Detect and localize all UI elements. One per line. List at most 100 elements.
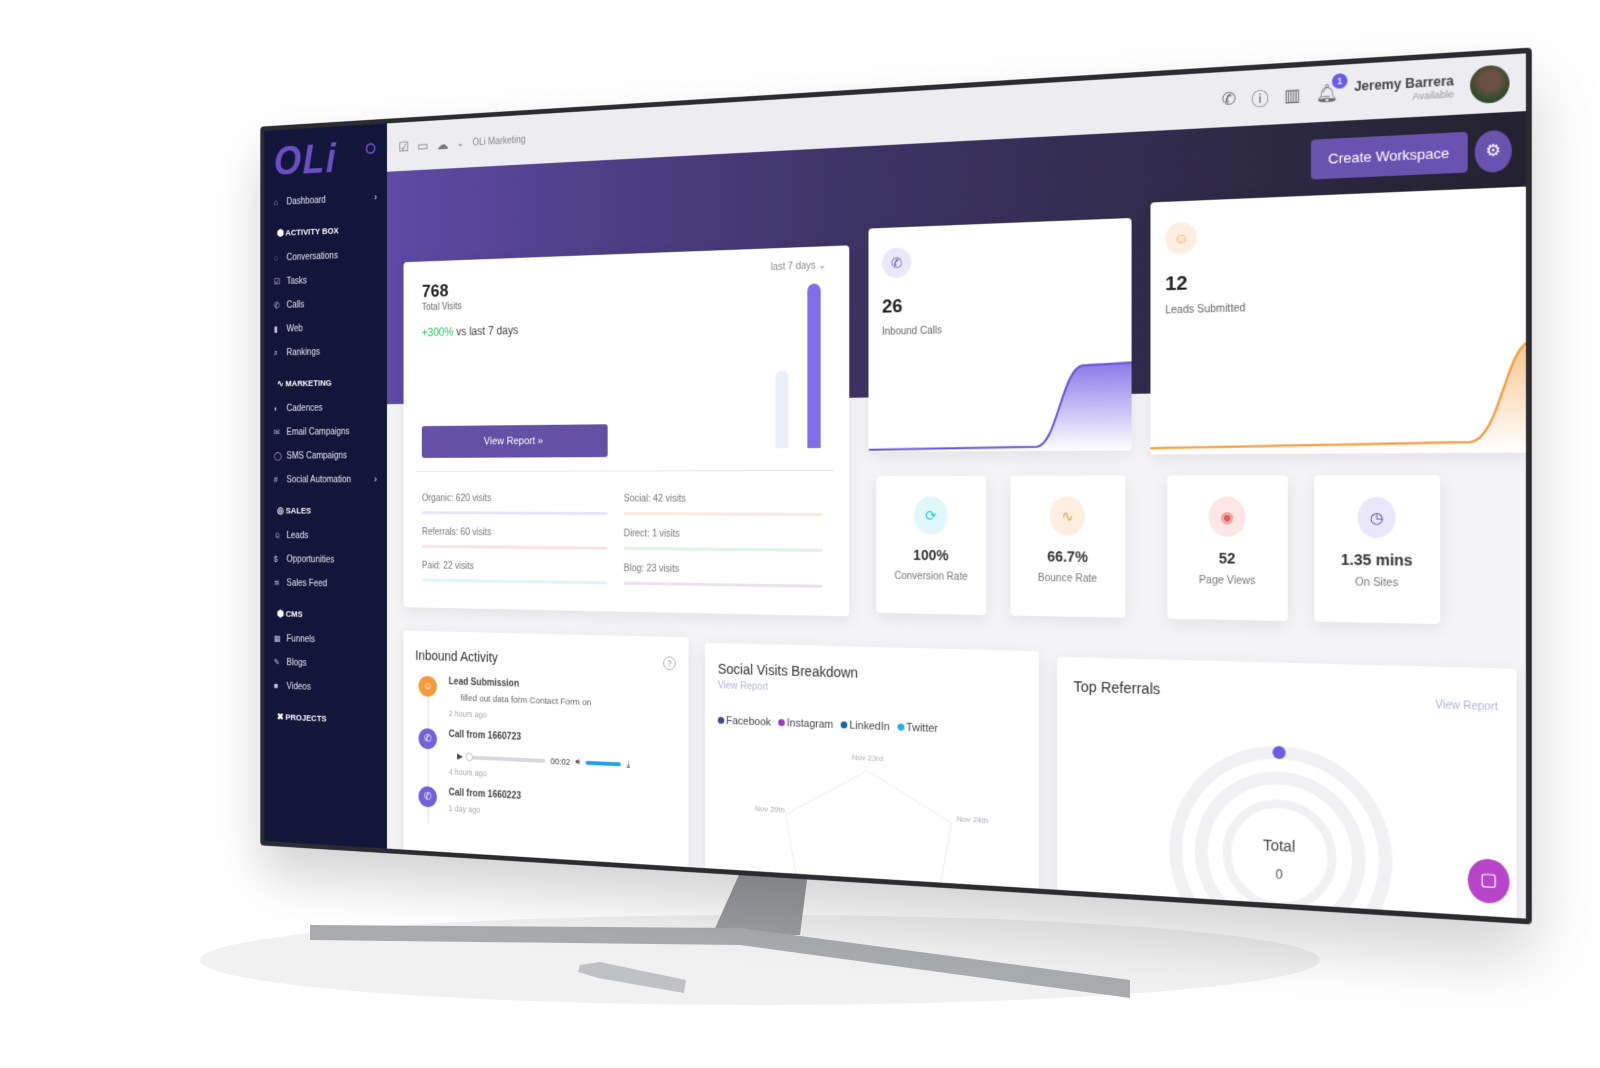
legend-item[interactable]: LinkedIn xyxy=(840,719,890,734)
sidebar-item-web[interactable]: ▮ Web xyxy=(274,314,377,341)
nav-section-title: ✖ PROJECTS xyxy=(276,712,327,725)
chevron-right-icon: › xyxy=(374,191,378,204)
seek-slider[interactable] xyxy=(465,752,546,763)
inbound-calls-sparkline xyxy=(868,335,1132,452)
sidebar-item-email-campaigns[interactable]: ✉ Email Campaigns xyxy=(274,419,377,444)
source-bar xyxy=(421,578,608,585)
source-label: Direct: 1 visits xyxy=(623,528,680,540)
volume-icon[interactable]: 🔊︎ xyxy=(575,757,580,768)
stat-value: 100% xyxy=(913,546,949,564)
user-icon: ☺ xyxy=(1165,221,1198,255)
inbound-activity-card: Inbound Activity ? ☺ Lead Submission fil… xyxy=(403,630,689,892)
label: Web xyxy=(286,323,303,334)
section-label: MARKETING xyxy=(285,378,332,390)
user-icon: ☺ xyxy=(418,675,437,697)
settings-gear-icon[interactable]: ⚙ xyxy=(1474,129,1512,174)
total-label: Total xyxy=(1263,836,1295,855)
sidebar-item-sales-feed[interactable]: ≋ Sales Feed xyxy=(274,571,377,597)
list-item: ☺ Lead Submission filled out data form C… xyxy=(418,675,676,727)
view-report-button[interactable]: View Report » xyxy=(421,424,608,458)
clock-icon: ◷ xyxy=(1357,496,1396,539)
radar-grid xyxy=(786,767,952,899)
axis-label: Nov 29th xyxy=(755,804,785,815)
view-report-link[interactable]: View Report xyxy=(1435,700,1498,714)
sidebar-item-funnels[interactable]: ▦ Funnels xyxy=(274,626,377,653)
volume-slider[interactable] xyxy=(585,760,622,766)
sidebar-item-videos[interactable]: ■ Videos xyxy=(274,674,377,701)
label: Social Automation xyxy=(286,474,352,485)
stat-card: ∿ 66.7% Bounce Rate xyxy=(1010,475,1126,618)
traffic-source: Paid: 22 visits xyxy=(421,560,608,585)
source-bar xyxy=(421,544,608,550)
sidebar-item-opportunities[interactable]: $ Opportunities xyxy=(274,547,377,572)
sidebar-item-leads[interactable]: ☺ Leads xyxy=(274,523,377,548)
label: Tasks xyxy=(286,275,307,287)
opportunities-icon: $ xyxy=(273,554,278,564)
source-label: Paid: 22 visits xyxy=(421,560,474,572)
label: Videos xyxy=(286,681,311,693)
breadcrumb[interactable]: OLi Marketing xyxy=(472,134,525,147)
sidebar-item-cadences[interactable]: ◐ Cadences xyxy=(274,395,377,420)
total-value: 0 xyxy=(1275,868,1282,882)
incoming-call-icon: ✆ xyxy=(418,728,437,750)
label: Funnels xyxy=(286,633,316,645)
sidebar-item-sms-campaigns[interactable]: ◯ SMS Campaigns xyxy=(274,443,377,467)
sidebar-item-tasks[interactable]: ☑ Tasks xyxy=(274,266,377,294)
legend-label: Twitter xyxy=(906,721,938,736)
growth-suffix: vs last 7 days xyxy=(456,323,519,339)
download-icon[interactable]: ⤓ xyxy=(626,759,630,770)
legend-label: Instagram xyxy=(786,717,834,732)
label: Leads xyxy=(286,530,309,541)
help-icon[interactable]: ⓘ xyxy=(1251,84,1268,111)
upload-cloud-icon[interactable]: ☁ xyxy=(437,136,449,153)
source-bar xyxy=(623,512,823,516)
user-menu[interactable]: Jeremy Barrera Available xyxy=(1354,73,1454,105)
notification-badge: 1 xyxy=(1331,73,1348,90)
label: Email Campaigns xyxy=(286,426,350,438)
sidebar-item-social-automation[interactable]: # Social Automation › xyxy=(274,467,377,491)
nav-section-title: ∿ MARKETING xyxy=(276,378,332,390)
sidebar-item-rankings[interactable]: ⌕ Rankings xyxy=(274,338,377,364)
sidebar-item-calls[interactable]: ✆ Calls xyxy=(274,290,377,317)
label: SMS Campaigns xyxy=(286,450,347,461)
leads-card: ☺ 12 Leads Submitted xyxy=(1150,186,1526,455)
sidebar-item-blogs[interactable]: ✎ Blogs xyxy=(274,650,377,677)
help-icon[interactable]: ? xyxy=(663,656,676,671)
phone-icon[interactable]: ✆ xyxy=(1222,88,1236,110)
create-workspace-button[interactable]: Create Workspace xyxy=(1310,131,1468,180)
sales-feed-icon: ≋ xyxy=(273,577,280,587)
bell-icon[interactable]: 🔔︎ 1 xyxy=(1316,73,1348,105)
growth-value: +300% xyxy=(421,325,454,340)
source-bar xyxy=(623,581,823,588)
oli-logo: OLi xyxy=(273,135,338,185)
tasks-icon[interactable]: ☑ xyxy=(399,138,409,154)
calls-icon: ✆ xyxy=(273,300,280,310)
incoming-call-icon: ✆ xyxy=(418,786,437,808)
radar-chart: Nov 23rd Nov 24th Nov 29th xyxy=(755,752,988,899)
activity-timeline: ☺ Lead Submission filled out data form C… xyxy=(415,675,676,839)
visits-bar-previous xyxy=(775,371,789,449)
range-dropdown[interactable]: last 7 days ⌄ xyxy=(771,260,827,273)
list-item: ✆ Call from 1660723 ▶ 00:02 🔊︎ ⤓ 4 hours… xyxy=(418,728,676,787)
label: Sales Feed xyxy=(286,577,328,589)
chevron-down-icon[interactable]: ⌄ xyxy=(457,138,464,149)
label: Rankings xyxy=(286,346,320,358)
folder-icon[interactable]: ▭ xyxy=(417,137,428,154)
legend-item[interactable]: Facebook xyxy=(717,715,771,729)
map-icon[interactable]: ▥ xyxy=(1284,84,1301,106)
traffic-source: Referrals: 60 visits xyxy=(421,527,608,550)
list-item: ✆ Call from 1660223 1 day ago xyxy=(418,786,676,839)
legend-item[interactable]: Twitter xyxy=(897,721,938,735)
nav-section-title: ⬢ ACTIVITY BOX xyxy=(276,225,339,239)
section-label: PROJECTS xyxy=(285,712,327,725)
source-label: Referrals: 60 visits xyxy=(421,527,492,539)
traffic-source: Social: 42 visits xyxy=(623,494,823,516)
range-value: last 7 days xyxy=(770,260,816,274)
sidebar-item-dashboard[interactable]: ⌂ Dashboard › xyxy=(274,185,377,214)
avatar[interactable] xyxy=(1470,64,1510,105)
inbound-calls-label: Inbound Calls xyxy=(882,325,942,338)
play-icon[interactable]: ▶ xyxy=(457,751,463,762)
event-detail: filled out data form Contact Form on xyxy=(460,693,592,709)
legend-label: LinkedIn xyxy=(849,719,890,734)
legend-item[interactable]: Instagram xyxy=(778,717,833,731)
